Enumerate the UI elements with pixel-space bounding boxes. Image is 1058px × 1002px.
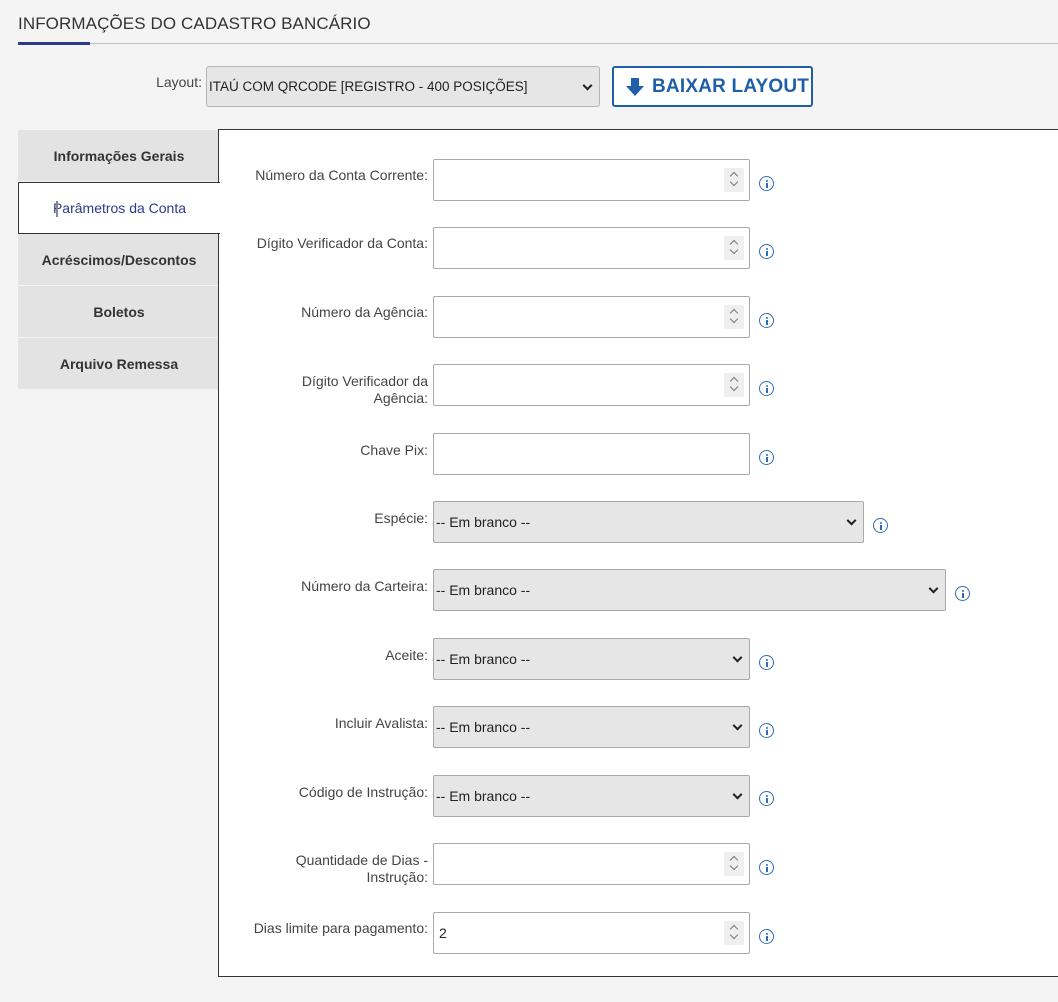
codigo-instrucao-value: -- Em branco --	[436, 788, 531, 804]
tab-boletos[interactable]: Boletos	[18, 286, 220, 338]
qtd-dias-label: Quantidade de Dias - Instrução:	[228, 852, 428, 886]
tab-list: Informações Gerais Parâmetros da Conta A…	[18, 130, 220, 390]
especie-value: -- Em branco --	[436, 514, 531, 530]
info-icon[interactable]	[955, 586, 970, 601]
tab-acrescimos-descontos[interactable]: Acréscimos/Descontos	[18, 234, 220, 286]
codigo-instrucao-label: Código de Instrução:	[298, 784, 428, 800]
aceite-select[interactable]: -- Em branco --	[433, 638, 750, 680]
digito-agencia-label-line1: Dígito Verificador da	[301, 373, 428, 389]
dias-limite-input[interactable]: 2	[433, 912, 750, 954]
incluir-avalista-value: -- Em branco --	[436, 719, 531, 735]
chevron-down-icon	[928, 583, 939, 594]
page-title: INFORMAÇÕES DO CADASTRO BANCÁRIO	[18, 14, 371, 33]
digito-conta-input[interactable]	[433, 227, 750, 269]
chevron-down-icon	[732, 720, 743, 731]
digito-agencia-input[interactable]	[433, 364, 750, 406]
digito-conta-label: Dígito Verificador da Conta:	[256, 235, 428, 251]
tab-label: Acréscimos/Descontos	[41, 251, 197, 268]
numero-conta-input[interactable]	[433, 159, 750, 201]
number-spinner[interactable]	[724, 373, 744, 397]
tab-label: Boletos	[93, 303, 145, 320]
page-header: INFORMAÇÕES DO CADASTRO BANCÁRIO	[18, 14, 1058, 45]
incluir-avalista-select[interactable]: -- Em branco --	[433, 706, 750, 748]
tab-label: Parâmetros da Conta	[52, 200, 187, 216]
numero-carteira-value: -- Em branco --	[436, 582, 531, 598]
dias-limite-value: 2	[439, 925, 447, 941]
qtd-dias-label-line2: Instrução:	[366, 869, 428, 885]
info-icon[interactable]	[759, 244, 774, 259]
number-spinner[interactable]	[724, 852, 744, 876]
layout-label: Layout:	[156, 74, 202, 90]
info-icon[interactable]	[759, 791, 774, 806]
download-layout-button[interactable]: BAIXAR LAYOUT	[612, 66, 813, 107]
number-spinner[interactable]	[724, 921, 744, 945]
info-icon[interactable]	[759, 381, 774, 396]
info-icon[interactable]	[759, 723, 774, 738]
tab-label: Informações Gerais	[53, 147, 185, 164]
codigo-instrucao-select[interactable]: -- Em branco --	[433, 775, 750, 817]
incluir-avalista-label: Incluir Avalista:	[334, 715, 428, 731]
aceite-label: Aceite:	[385, 647, 428, 663]
numero-conta-label: Número da Conta Corrente:	[255, 167, 428, 183]
info-icon[interactable]	[759, 655, 774, 670]
layout-select-value: ITAÚ COM QRCODE [REGISTRO - 400 POSIÇÕES…	[209, 79, 528, 94]
download-layout-label: BAIXAR LAYOUT	[652, 75, 810, 97]
number-spinner[interactable]	[724, 305, 744, 329]
especie-label: Espécie:	[374, 510, 428, 526]
info-icon[interactable]	[759, 313, 774, 328]
tab-parametros-da-conta[interactable]: Parâmetros da Conta	[18, 182, 220, 234]
digito-agencia-label: Dígito Verificador da Agência:	[228, 373, 428, 407]
info-icon[interactable]	[759, 929, 774, 944]
numero-agencia-input[interactable]	[433, 296, 750, 338]
tab-arquivo-remessa[interactable]: Arquivo Remessa	[18, 338, 220, 390]
especie-select[interactable]: -- Em branco --	[433, 501, 864, 543]
chave-pix-input[interactable]	[433, 433, 750, 475]
qtd-dias-input[interactable]	[433, 843, 750, 885]
layout-row: Layout: ITAÚ COM QRCODE [REGISTRO - 400 …	[0, 66, 1058, 108]
info-icon[interactable]	[873, 518, 888, 533]
chave-pix-label: Chave Pix:	[360, 442, 428, 458]
chevron-down-icon	[732, 789, 743, 800]
chevron-down-icon	[732, 652, 743, 663]
info-icon[interactable]	[759, 176, 774, 191]
info-icon[interactable]	[759, 450, 774, 465]
tab-informacoes-gerais[interactable]: Informações Gerais	[18, 130, 220, 182]
numero-carteira-select[interactable]: -- Em branco --	[433, 569, 946, 611]
dias-limite-label: Dias limite para pagamento:	[253, 920, 428, 936]
download-arrow-icon	[626, 77, 644, 96]
tab-label: Arquivo Remessa	[59, 355, 179, 372]
digito-agencia-label-line2: Agência:	[373, 390, 428, 406]
aceite-value: -- Em branco --	[436, 651, 531, 667]
info-icon[interactable]	[759, 860, 774, 875]
numero-carteira-label: Número da Carteira:	[301, 578, 428, 594]
title-underline	[18, 42, 90, 45]
layout-select[interactable]: ITAÚ COM QRCODE [REGISTRO - 400 POSIÇÕES…	[206, 66, 600, 107]
numero-agencia-label: Número da Agência:	[301, 304, 428, 320]
chevron-down-icon	[582, 80, 593, 91]
chevron-down-icon	[846, 515, 857, 526]
number-spinner[interactable]	[724, 168, 744, 192]
qtd-dias-label-line1: Quantidade de Dias -	[295, 852, 428, 868]
number-spinner[interactable]	[724, 236, 744, 260]
